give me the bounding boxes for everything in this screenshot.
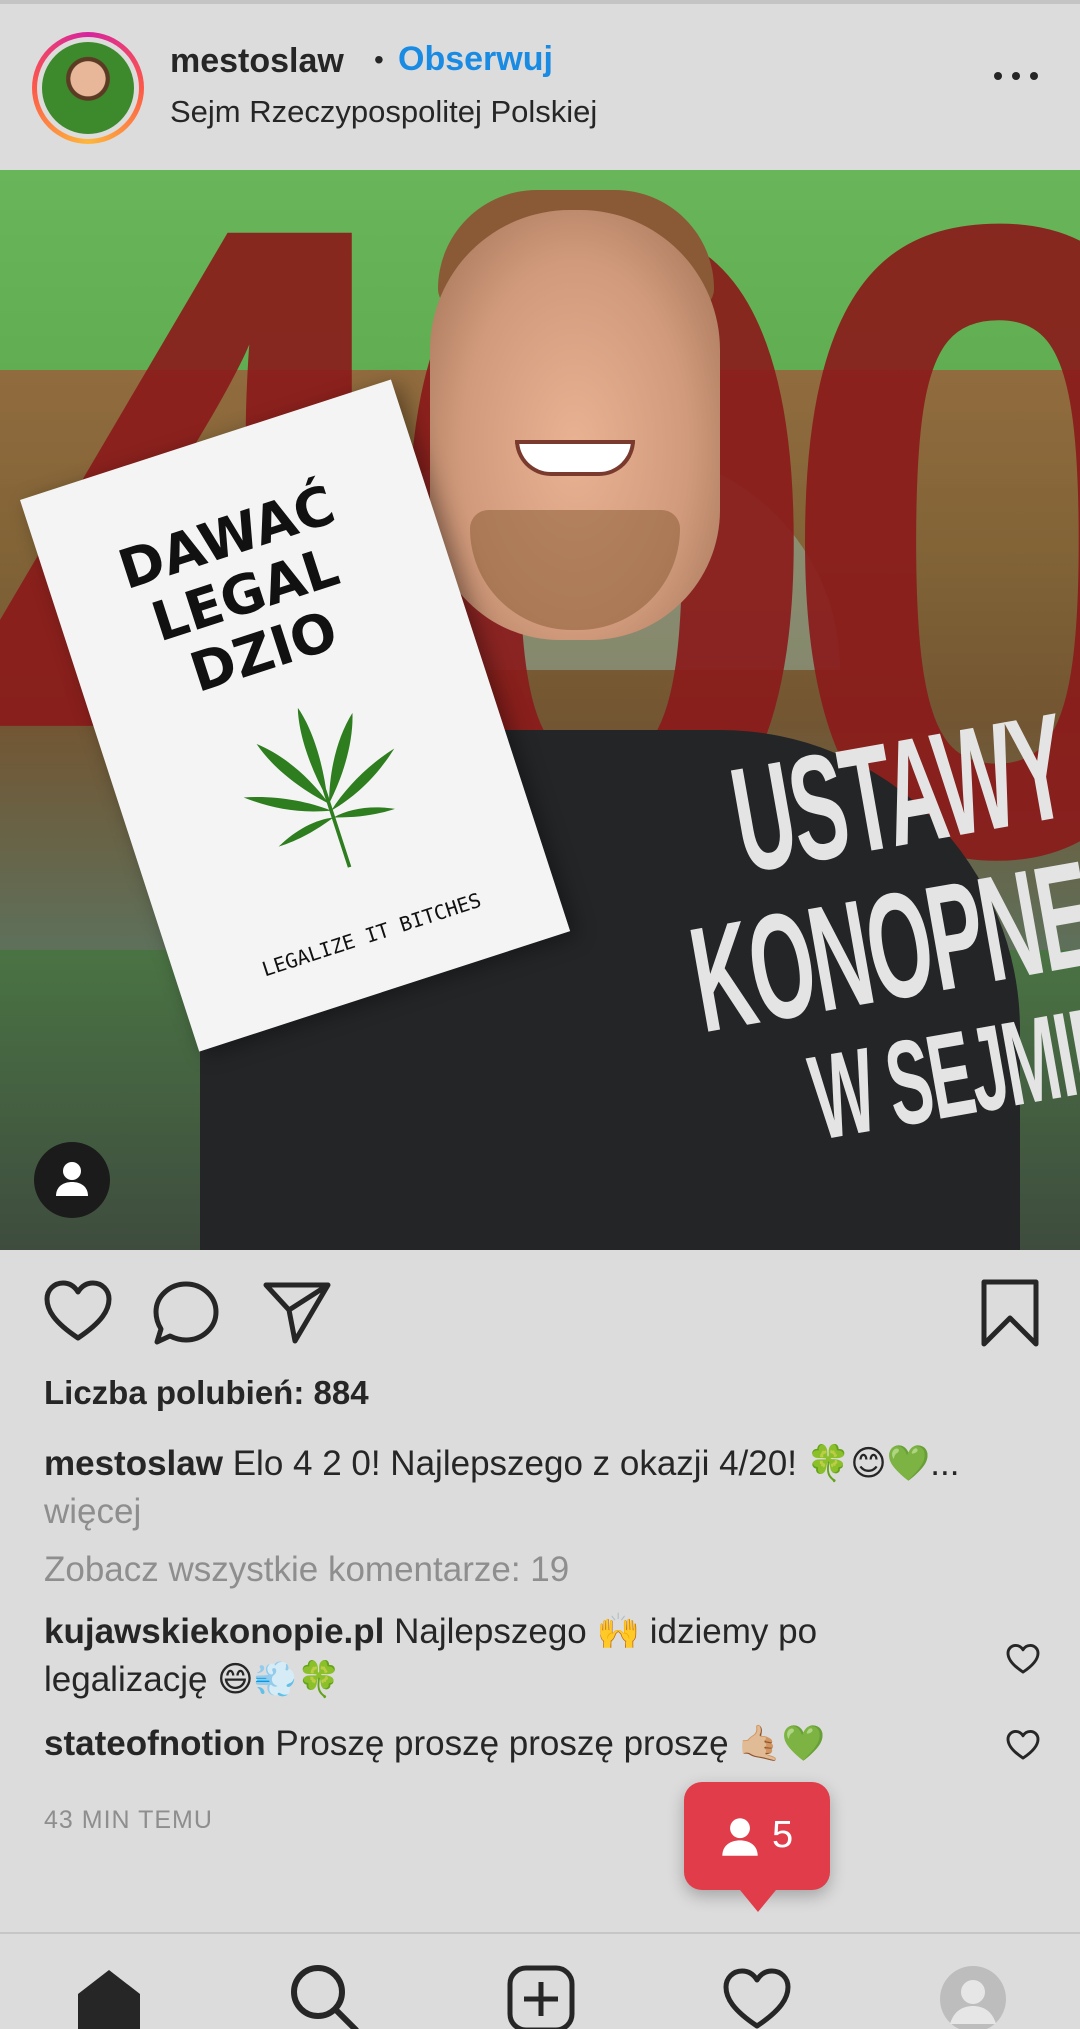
separator-dot: • xyxy=(374,44,384,75)
post-location[interactable]: Sejm Rzeczypospolitej Polskiej xyxy=(170,94,597,130)
comment-like-heart-icon[interactable] xyxy=(1006,1644,1040,1674)
activity-heart-icon[interactable] xyxy=(722,1968,792,2029)
caption-username[interactable]: mestoslaw xyxy=(44,1444,223,1483)
caption-more-link[interactable]: więcej xyxy=(44,1492,141,1531)
comment-item: stateofnotion Proszę proszę proszę prosz… xyxy=(44,1720,974,1768)
post-header: mestoslaw • Obserwuj Sejm Rzeczypospolit… xyxy=(0,4,1080,170)
share-icon[interactable] xyxy=(262,1280,332,1344)
post-image[interactable]: 400 DAWAĆ LEGAL DZIO LEGALIZE IT BITCHES… xyxy=(0,170,1080,1250)
avatar[interactable] xyxy=(32,32,144,144)
follow-button[interactable]: Obserwuj xyxy=(398,40,553,79)
profile-avatar-icon[interactable] xyxy=(938,1964,1008,2029)
person-icon xyxy=(56,1162,88,1196)
person-smile xyxy=(515,440,635,476)
like-heart-icon[interactable] xyxy=(44,1280,112,1342)
comment-item: kujawskiekonopie.pl Najlepszego 🙌 idziem… xyxy=(44,1608,974,1704)
comment-username[interactable]: kujawskiekonopie.pl xyxy=(44,1612,384,1651)
tagged-user-button[interactable] xyxy=(34,1142,110,1218)
bookmark-icon[interactable] xyxy=(980,1278,1040,1348)
post-username[interactable]: mestoslaw xyxy=(170,42,344,81)
action-bar xyxy=(0,1250,1080,1380)
view-all-comments-link[interactable]: Zobacz wszystkie komentarze: 19 xyxy=(44,1550,569,1590)
more-options-icon[interactable] xyxy=(994,66,1038,86)
likes-count[interactable]: Liczba polubień: 884 xyxy=(44,1374,369,1412)
new-post-icon[interactable] xyxy=(506,1964,576,2029)
home-icon[interactable] xyxy=(74,1968,144,2029)
comment-like-heart-icon[interactable] xyxy=(1006,1730,1040,1760)
comment-username[interactable]: stateofnotion xyxy=(44,1724,266,1763)
bottom-navigation xyxy=(0,1932,1080,2029)
comment-icon[interactable] xyxy=(152,1280,220,1346)
search-icon[interactable] xyxy=(288,1962,360,2029)
notification-count: 5 xyxy=(772,1814,794,1856)
follower-notification-badge[interactable]: 5 xyxy=(684,1782,830,1912)
post-timestamp: 43 MIN TEMU xyxy=(44,1806,213,1834)
person-icon xyxy=(722,1818,758,1856)
caption-text: Elo 4 2 0! Najlepszego z okazji 4/20! 🍀😊… xyxy=(232,1444,960,1483)
comment-text: Proszę proszę proszę proszę 🤙🏼💚 xyxy=(275,1724,826,1763)
post-caption: mestoslaw Elo 4 2 0! Najlepszego z okazj… xyxy=(44,1440,1004,1536)
